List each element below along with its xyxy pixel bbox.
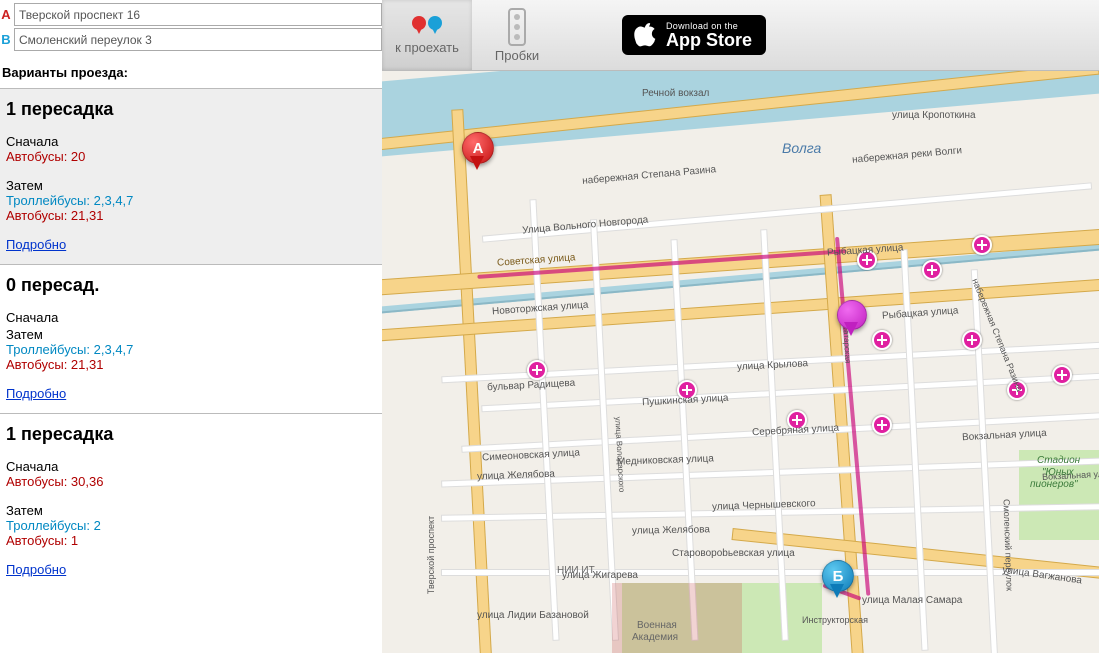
- route-title: 0 пересад.: [6, 275, 376, 296]
- tab-label: Пробки: [495, 48, 539, 63]
- poi-hospital-icon[interactable]: [857, 250, 877, 270]
- map-label: Смоленский переулок: [1001, 499, 1014, 591]
- map-label: Рыбацкая улица: [882, 305, 959, 321]
- first-label: Сначала: [6, 459, 376, 474]
- marker-b-label: В: [0, 32, 12, 47]
- to-input[interactable]: [14, 28, 382, 51]
- map-canvas[interactable]: А Б Речной вокзал Волга улица Кропоткина…: [382, 70, 1099, 653]
- bus-line: Автобусы: 21,31: [6, 208, 376, 223]
- map-label: улица Желябова: [632, 524, 710, 536]
- bus-line: Автобусы: 1: [6, 533, 376, 548]
- poi-hospital-icon[interactable]: [787, 410, 807, 430]
- route-option[interactable]: 1 пересадка Сначала Автобусы: 20 Затем Т…: [0, 88, 382, 264]
- first-label: Сначала: [6, 310, 376, 325]
- pin-b-icon: [428, 16, 442, 36]
- toolbar: к проехать Пробки Download on the App St…: [382, 0, 1099, 71]
- poi-hospital-icon[interactable]: [922, 260, 942, 280]
- poi-hospital-icon[interactable]: [972, 235, 992, 255]
- sidebar: А В Варианты проезда: 1 пересадка Сначал…: [0, 0, 382, 653]
- tab-traffic[interactable]: Пробки: [472, 0, 562, 70]
- from-input[interactable]: [14, 3, 382, 26]
- trolley-line: Троллейбусы: 2,3,4,7: [6, 342, 376, 357]
- map-marker-b[interactable]: Б: [822, 560, 852, 602]
- traffic-light-icon: [508, 8, 526, 46]
- then-label: Затем: [6, 178, 376, 193]
- poi-hospital-icon[interactable]: [872, 330, 892, 350]
- appstore-button[interactable]: Download on the App Store: [622, 15, 766, 55]
- map-label: улица Володарского: [613, 416, 626, 492]
- map-label: Медниковская улица: [617, 453, 714, 467]
- map-label: Вокзальная улица: [962, 428, 1047, 443]
- map-label: улица Лидии Базановой: [477, 610, 589, 621]
- route-option[interactable]: 0 пересад. Сначала Затем Троллейбусы: 2,…: [0, 264, 382, 413]
- details-link[interactable]: Подробно: [6, 562, 66, 577]
- map-panel: к проехать Пробки Download on the App St…: [382, 0, 1099, 653]
- tab-how-to-go[interactable]: к проехать: [382, 0, 472, 70]
- map-marker-a[interactable]: А: [462, 132, 492, 174]
- route-title: 1 пересадка: [6, 424, 376, 445]
- map-label: Тверской проспект: [426, 516, 436, 594]
- apple-icon: [634, 23, 656, 49]
- pin-a-icon: [412, 16, 426, 36]
- poi-hospital-icon[interactable]: [1052, 365, 1072, 385]
- details-link[interactable]: Подробно: [6, 386, 66, 401]
- then-label: Затем: [6, 327, 376, 342]
- tab-label: к проехать: [395, 40, 459, 55]
- details-link[interactable]: Подробно: [6, 237, 66, 252]
- poi-hospital-icon[interactable]: [677, 380, 697, 400]
- bus-line: Автобусы: 21,31: [6, 357, 376, 372]
- trolley-line: Троллейбусы: 2,3,4,7: [6, 193, 376, 208]
- poi-hospital-icon[interactable]: [527, 360, 547, 380]
- bus-line: Автобусы: 30,36: [6, 474, 376, 489]
- poi-hospital-icon[interactable]: [1007, 380, 1027, 400]
- map-marker-waypoint[interactable]: [837, 300, 865, 340]
- route-option[interactable]: 1 пересадка Сначала Автобусы: 30,36 Зате…: [0, 413, 382, 589]
- map-label: улица Малая Самара: [862, 595, 962, 606]
- appstore-big-text: App Store: [666, 31, 752, 49]
- first-label: Сначала: [6, 134, 376, 149]
- map-label: бульвар Радищева: [487, 378, 576, 394]
- then-label: Затем: [6, 503, 376, 518]
- route-title: 1 пересадка: [6, 99, 376, 120]
- marker-a-label: А: [0, 7, 12, 22]
- trolley-line: Троллейбусы: 2: [6, 518, 376, 533]
- poi-hospital-icon[interactable]: [872, 415, 892, 435]
- bus-line: Автобусы: 20: [6, 149, 376, 164]
- poi-hospital-icon[interactable]: [962, 330, 982, 350]
- variants-title: Варианты проезда:: [0, 59, 382, 88]
